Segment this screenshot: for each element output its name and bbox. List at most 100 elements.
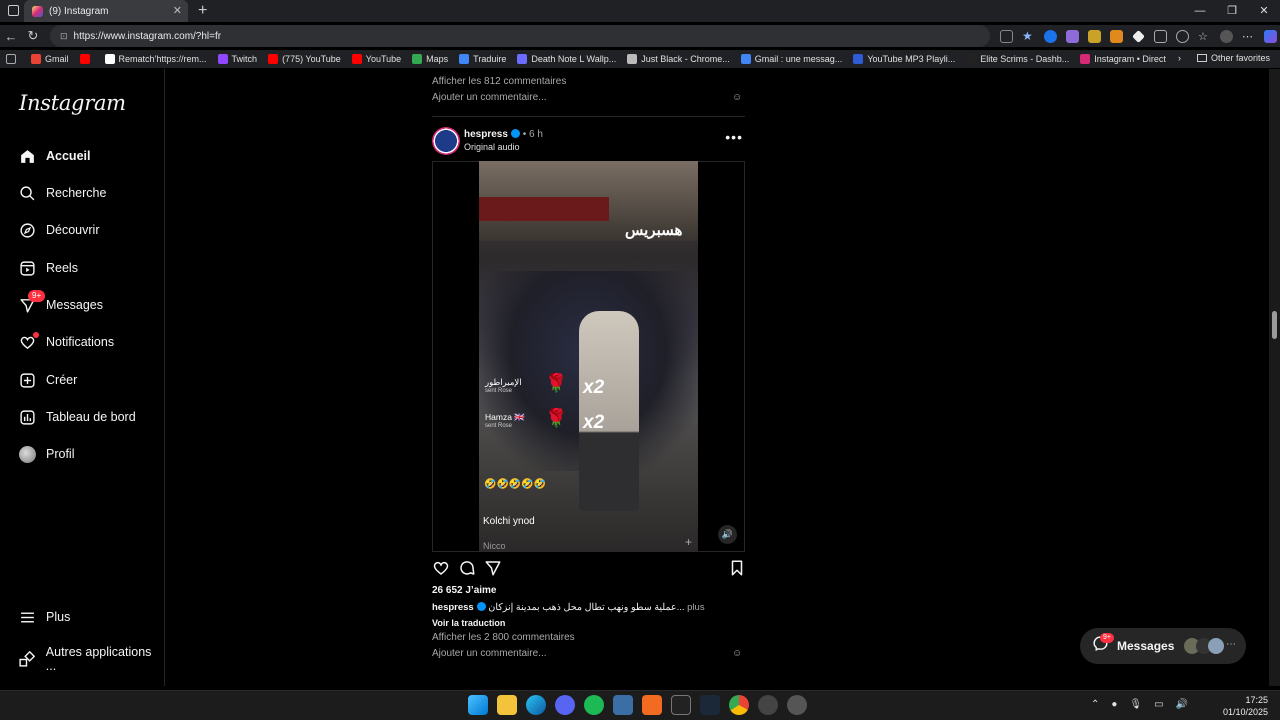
extension-icon[interactable] xyxy=(1044,29,1057,43)
back-icon[interactable]: ← xyxy=(0,29,22,44)
bookmark-item[interactable]: Maps xyxy=(412,54,448,64)
extension-icon[interactable] xyxy=(1132,29,1145,43)
sidebar-item-accueil[interactable]: Accueil xyxy=(18,147,90,165)
tray-app-icon[interactable]: ● xyxy=(1111,699,1117,710)
bookmark-favicon-icon xyxy=(351,54,362,64)
monitor-icon[interactable]: ▭ xyxy=(1154,699,1163,710)
see-translation-link[interactable]: Voir la traduction xyxy=(432,618,505,628)
prev-view-comments-link[interactable]: Afficher les 812 commentaires xyxy=(432,76,566,87)
bookmark-item[interactable]: Just Black - Chrome... xyxy=(627,54,730,64)
app-icon[interactable] xyxy=(642,695,662,715)
sidebar-item-notifications[interactable]: Notifications xyxy=(18,332,114,351)
gift-count: x2 xyxy=(583,377,605,398)
sidebar-item-recherche[interactable]: Recherche xyxy=(18,184,106,202)
site-info-icon[interactable]: ⊡ xyxy=(60,31,68,42)
post-video[interactable]: هسبريس الإمبراطور sent Rose 🌹 x2 Hamza 🇬🇧… xyxy=(479,161,698,552)
close-window-button[interactable]: ✕ xyxy=(1248,0,1280,22)
view-comments-link[interactable]: Afficher les 2 800 commentaires xyxy=(432,632,575,643)
chevron-right-icon[interactable]: › xyxy=(1178,53,1181,63)
bookmark-item[interactable] xyxy=(79,54,94,64)
emoji-icon[interactable]: ☺ xyxy=(732,92,742,103)
post-username[interactable]: hespress xyxy=(464,129,508,140)
address-bar[interactable]: ⊡ https://www.instagram.com/?hl=fr xyxy=(50,25,990,47)
extension-icon[interactable] xyxy=(1176,29,1189,43)
minimize-button[interactable]: — xyxy=(1184,0,1216,22)
app-icon[interactable] xyxy=(671,695,691,715)
add-comment-input[interactable]: Ajouter un commentaire... xyxy=(432,648,547,659)
emoji-icon[interactable]: ☺ xyxy=(732,648,742,659)
copilot-icon[interactable] xyxy=(1264,29,1277,43)
sidebar-item-messages[interactable]: 9+ Messages xyxy=(18,290,103,314)
file-explorer-icon[interactable] xyxy=(497,695,517,715)
tab-actions-icon[interactable] xyxy=(8,5,19,16)
likes-count[interactable]: 26 652 J’aime xyxy=(432,585,497,596)
maximize-button[interactable]: ❐ xyxy=(1216,0,1248,22)
like-icon[interactable] xyxy=(432,559,450,577)
avatar[interactable] xyxy=(432,127,460,155)
sidebar-item-autres-applications[interactable]: Autres applications ... xyxy=(18,645,164,673)
chevron-up-icon[interactable]: ⌃ xyxy=(1091,699,1099,710)
comment-icon[interactable] xyxy=(458,559,476,577)
more-options-icon[interactable]: ••• xyxy=(725,129,743,145)
instagram-logo[interactable]: Instagram xyxy=(19,91,126,115)
bookmark-item[interactable]: Elite Scrims - Dashb... xyxy=(966,54,1069,64)
extension-icon[interactable] xyxy=(1088,29,1101,43)
sidebar-item-reels[interactable]: Reels xyxy=(18,259,78,277)
apps-icon xyxy=(18,650,36,668)
bookmark-item[interactable]: Traduire xyxy=(459,54,506,64)
settings-icon[interactable] xyxy=(787,695,807,715)
extensions-puzzle-icon[interactable] xyxy=(1154,29,1167,43)
bookmark-item[interactable]: Death Note L Wallp... xyxy=(517,54,616,64)
spotify-icon[interactable] xyxy=(584,695,604,715)
chrome-icon[interactable] xyxy=(729,695,749,715)
discord-icon[interactable] xyxy=(555,695,575,715)
sidebar-item-creer[interactable]: Créer xyxy=(18,371,77,389)
reload-icon[interactable]: ↻ xyxy=(22,28,44,44)
extension-icon[interactable] xyxy=(1110,29,1123,43)
bookmark-item[interactable]: Gmail : une messag... xyxy=(740,54,842,64)
bookmark-icon[interactable] xyxy=(728,559,746,577)
windows-start-icon[interactable] xyxy=(468,695,488,715)
share-icon[interactable] xyxy=(484,559,502,577)
system-clock[interactable]: 17:25 01/10/2025 xyxy=(1223,694,1268,718)
sidebar-item-profil[interactable]: Profil xyxy=(18,445,74,463)
bookmarks-menu-icon[interactable] xyxy=(6,54,20,64)
favorite-star-icon[interactable]: ★ xyxy=(1022,29,1035,43)
bookmark-item[interactable]: (775) YouTube xyxy=(268,54,341,64)
browser-tab[interactable]: (9) Instagram ✕ xyxy=(24,0,188,22)
caption-username[interactable]: hespress xyxy=(432,602,474,613)
bookmark-item[interactable]: YouTube MP3 Playli... xyxy=(853,54,955,64)
microphone-icon[interactable]: 🎙 xyxy=(1129,699,1142,710)
app-icon[interactable] xyxy=(758,695,778,715)
other-favorites[interactable]: › Other favorites xyxy=(1178,53,1270,63)
bookmark-item[interactable]: Rematch’https://rem... xyxy=(104,54,207,64)
sidebar-item-tableau-de-bord[interactable]: Tableau de bord xyxy=(18,408,136,426)
favorites-icon[interactable]: ☆ xyxy=(1198,30,1211,43)
caption-more-link[interactable]: plus xyxy=(687,602,704,613)
original-audio-link[interactable]: Original audio xyxy=(464,142,520,152)
store-icon[interactable] xyxy=(613,695,633,715)
scrollbar-thumb[interactable] xyxy=(1272,311,1277,339)
volume-icon[interactable]: 🔊 xyxy=(718,525,737,544)
post-author[interactable]: hespress • 6 h xyxy=(464,129,543,140)
bookmark-item[interactable]: Twitch xyxy=(217,54,257,64)
steam-icon[interactable] xyxy=(700,695,720,715)
bookmark-item[interactable]: Gmail xyxy=(31,54,69,64)
bookmark-label: YouTube MP3 Playli... xyxy=(867,54,956,64)
prev-add-comment-input[interactable]: Ajouter un commentaire... xyxy=(432,92,547,103)
page-scrollbar[interactable] xyxy=(1269,69,1280,686)
close-tab-icon[interactable]: ✕ xyxy=(173,4,182,17)
profile-icon[interactable] xyxy=(1220,29,1233,43)
sidebar-item-decouvrir[interactable]: Découvrir xyxy=(18,221,100,239)
messages-floating-button[interactable]: 9+ Messages ⋯ xyxy=(1080,628,1246,664)
more-menu-icon[interactable]: ⋯ xyxy=(1242,30,1255,43)
speaker-icon[interactable]: 🔊 xyxy=(1176,699,1188,710)
new-tab-button[interactable]: + xyxy=(198,2,207,20)
sidebar-item-plus[interactable]: Plus xyxy=(18,608,70,626)
bookmark-item[interactable]: YouTube xyxy=(351,54,401,64)
edge-icon[interactable] xyxy=(526,695,546,715)
apps-icon[interactable] xyxy=(1000,29,1013,43)
bookmark-item[interactable]: Instagram • Direct xyxy=(1080,54,1166,64)
extension-icon[interactable] xyxy=(1066,29,1079,43)
gift-notice: الإمبراطور sent Rose xyxy=(485,377,522,394)
